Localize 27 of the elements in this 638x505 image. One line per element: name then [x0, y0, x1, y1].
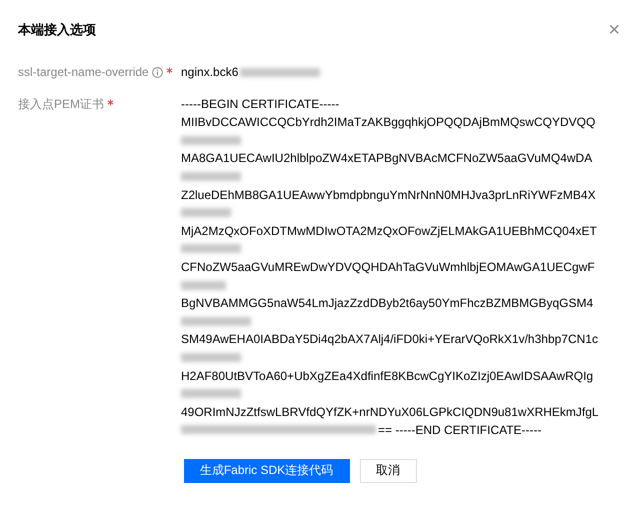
redacted-text: [181, 136, 241, 145]
dialog-title: 本端接入选项: [18, 21, 96, 39]
close-button[interactable]: ×: [608, 20, 620, 40]
redacted-text: [181, 316, 251, 326]
redacted-text: [181, 172, 241, 182]
value-text: BgNVBAMMGG5naW54LmJjazZzdDByb2t6ay50YmFhczBZMBMGByqGSM4: [181, 295, 594, 312]
field-label: 接入点PEM证书: [18, 96, 104, 114]
field-label: ssl-target-name-override: [18, 64, 149, 81]
redacted-text: [181, 208, 231, 218]
value-text: Z2lueDEhMB8GA1UEAwwYbmdpbnguYmNrNnN0MHJva3prLnRiYWFzMB4X: [181, 186, 596, 204]
value-text: nginx.bck6: [181, 64, 238, 81]
redacted-text: [181, 352, 241, 362]
info-icon[interactable]: [152, 67, 163, 78]
value-text: MA8GA1UECAwIU2hlblpoZW4xETAPBgNVBAcMCFNoZW5aaGVuMQ4wDA: [181, 150, 592, 168]
generate-button[interactable]: 生成Fabric SDK连接代码: [184, 458, 350, 483]
value-text: MIIBvDCCAWICCQCbYrdh2IMaTzAKBggqhkjOPQQDAjBmMQswCQYDVQQ: [181, 114, 596, 132]
value-text: MjA2MzQxOFoXDTMwMDIwOTA2MzQxOFowZjELMAkGA1UEBhMCQ04xET: [181, 222, 597, 240]
redacted-text: [181, 389, 241, 398]
value-text: -----BEGIN CERTIFICATE-----: [181, 96, 340, 114]
value-text: 49ORImNJzZtfswLBRVfdQYfZK+nrNDYuX06LGPkCIQDN9u81wXRHEkmJfgL: [181, 404, 599, 421]
cancel-button[interactable]: 取消: [360, 458, 416, 483]
redacted-text: [181, 244, 241, 254]
value-text: == -----END CERTIFICATE-----: [378, 422, 542, 439]
redacted-text: [181, 280, 226, 290]
value-text: H2AF80UtBVToA60+UbXgZEa4XdfinfE8KBcwCgYIKoZIzj0EAwIDSAAwRQIg: [181, 368, 594, 384]
value-text: CFNoZW5aaGVuMREwDwYDVQQHDAhTaGVuWmhlbjEOMAwGA1UECgwF: [181, 258, 595, 276]
value-text: SM49AwEHA0IABDaY5Di4q2bAX7Alj4/iFD0ki+YErarVQoRkX1v/h3hbp7CN1c: [181, 331, 598, 348]
